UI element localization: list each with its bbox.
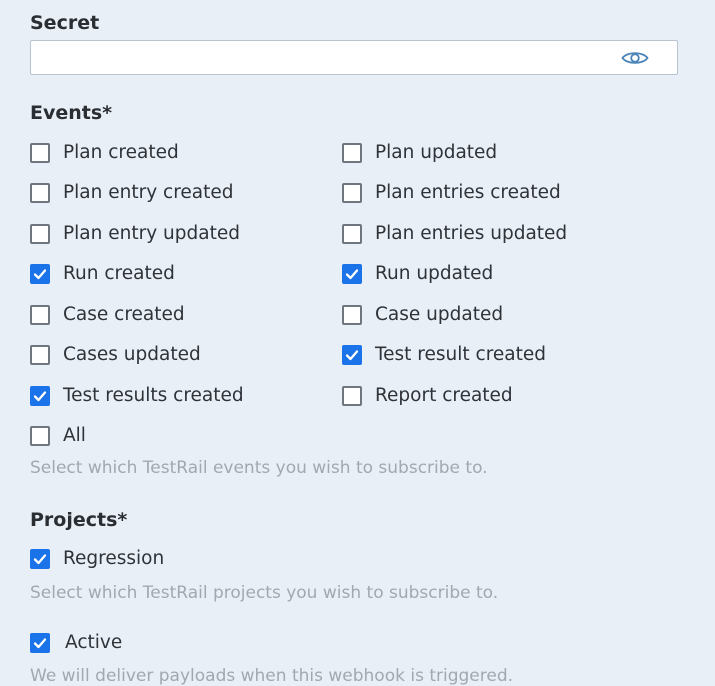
events-hint: Select which TestRail events you wish to… <box>30 458 488 478</box>
event-checkbox-plan-created-box[interactable] <box>30 142 50 163</box>
event-checkbox-run-created-box[interactable] <box>30 263 50 284</box>
event-checkbox-plan-entry-updated-label: Plan entry updated <box>63 223 240 244</box>
project-checkbox-regression[interactable]: Regression <box>30 548 164 569</box>
event-checkbox-run-updated-label: Run updated <box>375 263 494 284</box>
projects-hint: Select which TestRail projects you wish … <box>30 583 499 603</box>
event-checkbox-report-created-box[interactable] <box>342 385 362 406</box>
event-checkbox-report-created-label: Report created <box>375 385 513 406</box>
event-checkbox-cases-updated[interactable]: Cases updated <box>30 344 201 365</box>
checkmark-icon <box>345 349 359 360</box>
active-hint: We will deliver payloads when this webho… <box>30 666 514 686</box>
event-checkbox-cases-updated-box[interactable] <box>30 344 50 365</box>
event-checkbox-test-result-created[interactable]: Test result created <box>342 344 546 365</box>
event-checkbox-case-created-box[interactable] <box>30 304 50 325</box>
event-checkbox-all-label: All <box>63 425 86 446</box>
event-checkbox-case-updated[interactable]: Case updated <box>342 304 503 325</box>
event-checkbox-all[interactable]: All <box>30 425 86 446</box>
event-checkbox-test-result-created-box[interactable] <box>342 344 362 365</box>
event-checkbox-plan-entries-created-box[interactable] <box>342 182 362 203</box>
event-checkbox-test-results-created-label: Test results created <box>63 385 244 406</box>
secret-label: Secret <box>30 12 100 34</box>
active-checkbox[interactable]: Active <box>30 632 122 653</box>
event-checkbox-plan-updated-label: Plan updated <box>375 142 498 163</box>
event-checkbox-plan-created[interactable]: Plan created <box>30 142 179 163</box>
event-checkbox-plan-updated[interactable]: Plan updated <box>342 142 497 163</box>
active-label: Active <box>65 632 123 653</box>
project-checkbox-regression-label: Regression <box>63 548 165 569</box>
events-label: Events* <box>30 102 113 124</box>
event-checkbox-plan-entry-updated[interactable]: Plan entry updated <box>30 223 240 244</box>
event-checkbox-plan-entries-updated[interactable]: Plan entries updated <box>342 223 567 244</box>
event-checkbox-plan-updated-box[interactable] <box>342 142 362 163</box>
checkmark-icon <box>33 268 47 279</box>
eye-icon[interactable] <box>621 49 649 67</box>
event-checkbox-run-created[interactable]: Run created <box>30 263 175 284</box>
event-checkbox-run-updated[interactable]: Run updated <box>342 263 493 284</box>
event-checkbox-run-updated-box[interactable] <box>342 263 362 284</box>
event-checkbox-cases-updated-label: Cases updated <box>63 344 201 365</box>
event-checkbox-test-results-created[interactable]: Test results created <box>30 385 244 406</box>
checkmark-icon <box>33 390 47 401</box>
event-checkbox-run-created-label: Run created <box>63 263 175 284</box>
event-checkbox-case-updated-box[interactable] <box>342 304 362 325</box>
event-checkbox-case-updated-label: Case updated <box>375 304 504 325</box>
event-checkbox-plan-entry-created[interactable]: Plan entry created <box>30 182 234 203</box>
secret-input[interactable] <box>30 40 678 75</box>
active-checkbox-box[interactable] <box>30 632 50 653</box>
event-checkbox-plan-entries-created-label: Plan entries created <box>375 182 561 203</box>
project-checkbox-regression-box[interactable] <box>30 548 50 569</box>
event-checkbox-case-created[interactable]: Case created <box>30 304 185 325</box>
event-checkbox-plan-entry-created-box[interactable] <box>30 182 50 203</box>
checkmark-icon <box>33 637 47 648</box>
event-checkbox-plan-entry-created-label: Plan entry created <box>63 182 234 203</box>
event-checkbox-plan-entries-updated-label: Plan entries updated <box>375 223 568 244</box>
event-checkbox-plan-entries-updated-box[interactable] <box>342 223 362 244</box>
event-checkbox-report-created[interactable]: Report created <box>342 385 513 406</box>
checkmark-icon <box>33 553 47 564</box>
event-checkbox-plan-entries-created[interactable]: Plan entries created <box>342 182 561 203</box>
event-checkbox-test-results-created-box[interactable] <box>30 385 50 406</box>
event-checkbox-test-result-created-label: Test result created <box>375 344 546 365</box>
projects-label: Projects* <box>30 509 128 531</box>
checkmark-icon <box>345 268 359 279</box>
event-checkbox-plan-entry-updated-box[interactable] <box>30 223 50 244</box>
event-checkbox-all-box[interactable] <box>30 425 50 446</box>
event-checkbox-case-created-label: Case created <box>63 304 185 325</box>
event-checkbox-plan-created-label: Plan created <box>63 142 179 163</box>
